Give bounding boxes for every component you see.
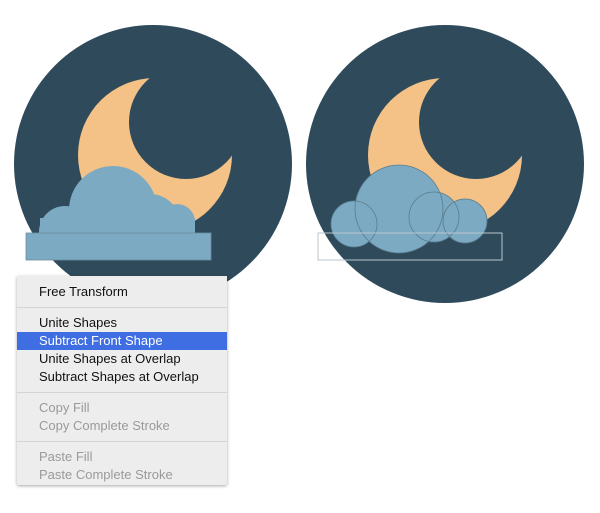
right-weather-icon (306, 25, 584, 303)
menu-separator (17, 392, 227, 393)
menu-item-paste-complete-stroke: Paste Complete Stroke (39, 467, 173, 482)
menu-item-free-transform[interactable]: Free Transform (17, 283, 227, 301)
menu-item-subtract-front-shape[interactable]: Subtract Front Shape (17, 332, 227, 350)
menu-item-copy-fill: Copy Fill (39, 400, 90, 415)
menu-item-unite-shapes[interactable]: Unite Shapes (17, 314, 227, 332)
context-menu: Free Transform Unite Shapes Subtract Front… (17, 276, 227, 485)
menu-separator (17, 307, 227, 308)
menu-item-paste-fill: Paste Fill (39, 449, 93, 464)
menu-separator (17, 441, 227, 442)
menu-item-copy-complete-stroke: Copy Complete Stroke (39, 418, 170, 433)
left-weather-icon (14, 25, 292, 303)
menu-item-unite-shapes-at-overlap[interactable]: Unite Shapes at Overlap (17, 350, 227, 368)
menu-item-subtract-shapes-at-overlap[interactable]: Subtract Shapes at Overlap (17, 368, 227, 386)
